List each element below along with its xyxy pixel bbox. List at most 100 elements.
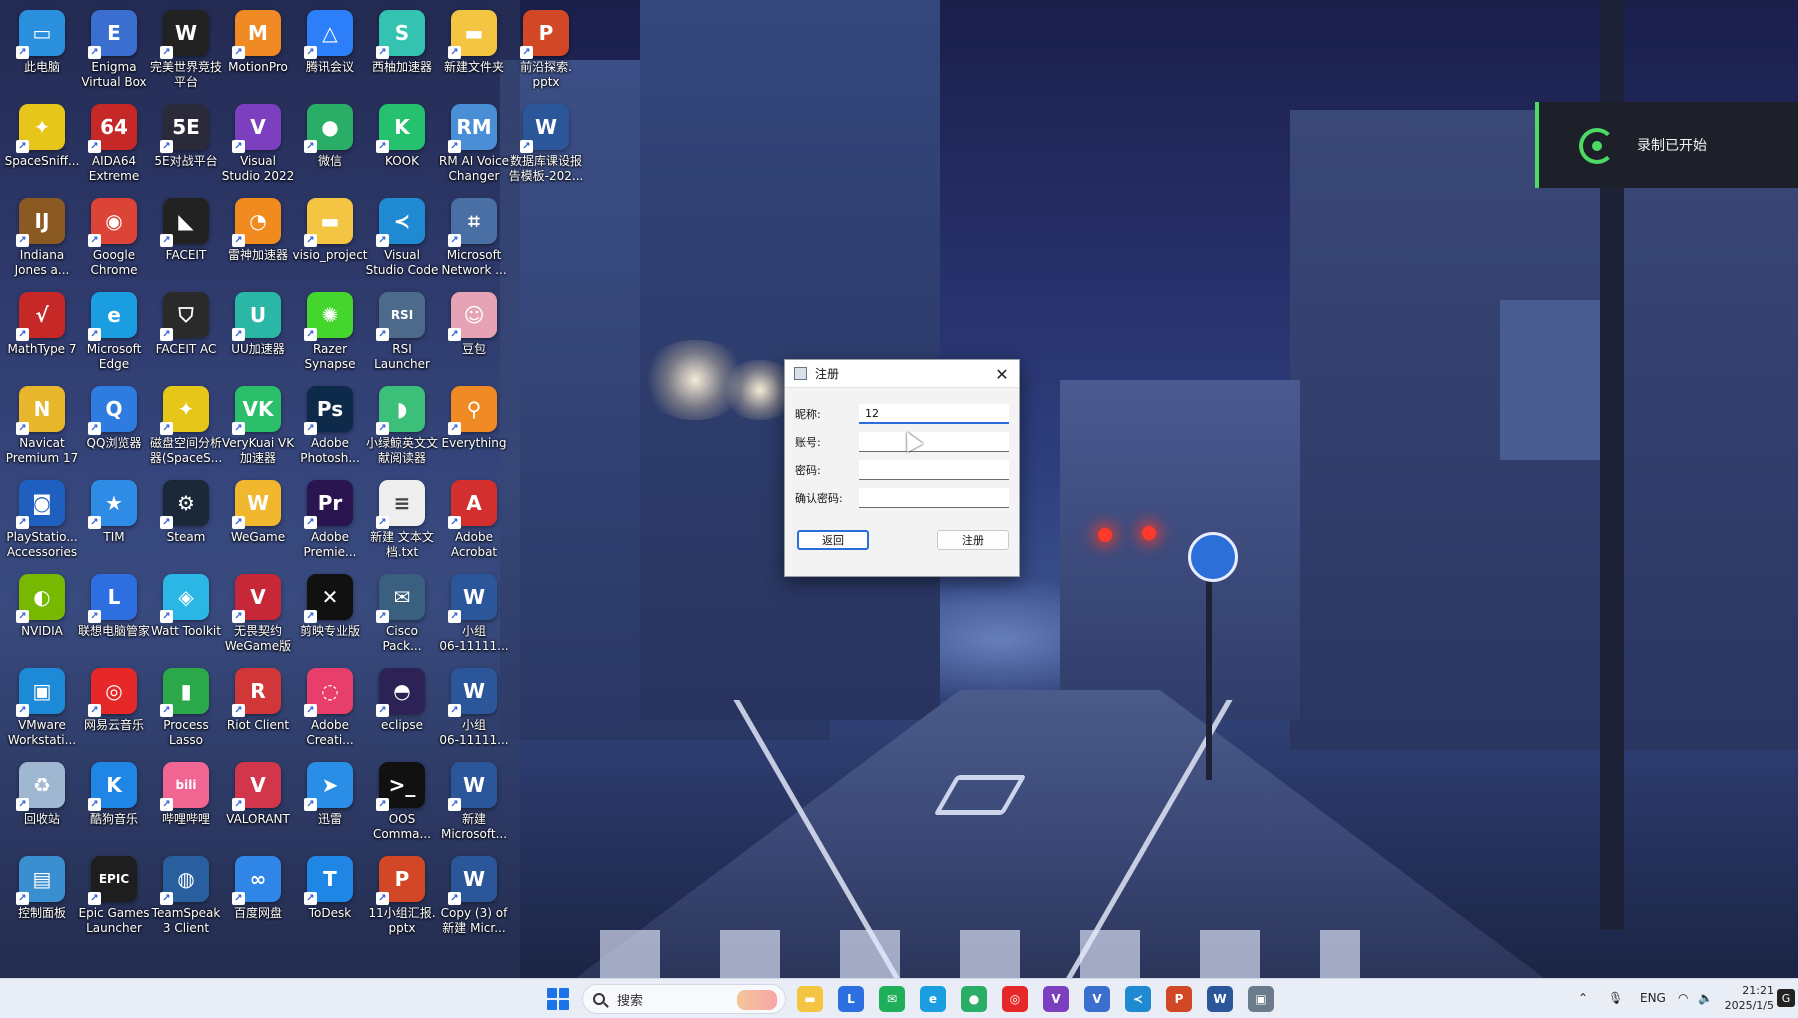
- desktop-icon[interactable]: L ↗ 联想电脑管家: [76, 574, 152, 666]
- desktop-icon[interactable]: ◗ ↗ 小绿鲸英文文 献阅读器: [364, 386, 440, 478]
- desktop-icon[interactable]: W ↗ WeGame: [220, 480, 296, 572]
- desktop-icon[interactable]: 5E ↗ 5E对战平台: [148, 104, 224, 196]
- desktop-icon[interactable]: M ↗ MotionPro: [220, 10, 296, 102]
- desktop-icon[interactable]: √ ↗ MathType 7: [4, 292, 80, 384]
- taskbar-clock[interactable]: 21:21 2025/1/5: [1725, 983, 1774, 1013]
- desktop-icon[interactable]: ◈ ↗ Watt Toolkit: [148, 574, 224, 666]
- netease-taskbar-icon[interactable]: ◎: [1002, 986, 1028, 1012]
- desktop-icon[interactable]: N ↗ Navicat Premium 17: [4, 386, 80, 478]
- desktop-icon[interactable]: ✺ ↗ Razer Synapse: [292, 292, 368, 384]
- nickname-input[interactable]: [859, 404, 1009, 424]
- desktop-icon[interactable]: ◙ ↗ PlayStatio... Accessories: [4, 480, 80, 572]
- dialog-titlebar[interactable]: 注册 ✕: [785, 360, 1019, 388]
- desktop-icon[interactable]: Q ↗ QQ浏览器: [76, 386, 152, 478]
- desktop-icon[interactable]: W ↗ 小组 06-11111...: [436, 668, 512, 760]
- desktop-icon[interactable]: VK ↗ VeryKuai VK 加速器: [220, 386, 296, 478]
- word-taskbar-icon[interactable]: W: [1207, 986, 1233, 1012]
- desktop-icon[interactable]: ☺ ↗ 豆包: [436, 292, 512, 384]
- desktop-icon[interactable]: RM ↗ RM AI Voice Changer: [436, 104, 512, 196]
- desktop-icon[interactable]: 64 ↗ AIDA64 Extreme: [76, 104, 152, 196]
- desktop-icon[interactable]: ▤ ↗ 控制面板: [4, 856, 80, 948]
- language-indicator[interactable]: ENG: [1640, 991, 1666, 1005]
- desktop-icon[interactable]: ◎ ↗ 网易云音乐: [76, 668, 152, 760]
- desktop-icon[interactable]: ≡ ↗ 新建 文本文 档.txt: [364, 480, 440, 572]
- green-app-icon[interactable]: ✉: [879, 986, 905, 1012]
- desktop-icon[interactable]: ✉ ↗ Cisco Pack...: [364, 574, 440, 666]
- vs-blue-taskbar-icon[interactable]: V: [1084, 986, 1110, 1012]
- desktop-icon[interactable]: P ↗ 11小组汇报. pptx: [364, 856, 440, 948]
- desktop-icon[interactable]: ⌗ ↗ Microsoft Network ...: [436, 198, 512, 290]
- confirm-password-input[interactable]: [859, 488, 1009, 508]
- desktop-icon[interactable]: ◍ ↗ TeamSpeak 3 Client: [148, 856, 224, 948]
- close-icon[interactable]: ✕: [991, 363, 1013, 385]
- desktop-icon[interactable]: ◐ ↗ NVIDIA: [4, 574, 80, 666]
- desktop-icon[interactable]: A ↗ Adobe Acrobat: [436, 480, 512, 572]
- desktop-icon[interactable]: R ↗ Riot Client: [220, 668, 296, 760]
- desktop-icon[interactable]: ➤ ↗ 迅雷: [292, 762, 368, 854]
- desktop-icon[interactable]: >_ ↗ OOS Comma...: [364, 762, 440, 854]
- powerpoint-taskbar-icon[interactable]: P: [1166, 986, 1192, 1012]
- desktop-icon[interactable]: P ↗ 前沿探索. pptx: [508, 10, 584, 102]
- desktop-icon[interactable]: V ↗ Visual Studio 2022: [220, 104, 296, 196]
- desktop-icon[interactable]: ● ↗ 微信: [292, 104, 368, 196]
- desktop-icon[interactable]: e ↗ Microsoft Edge: [76, 292, 152, 384]
- desktop-icon[interactable]: ≺ ↗ Visual Studio Code: [364, 198, 440, 290]
- edge-taskbar-icon[interactable]: e: [920, 986, 946, 1012]
- desktop-icon[interactable]: W ↗ Copy (3) of 新建 Micr...: [436, 856, 512, 948]
- password-input[interactable]: [859, 460, 1009, 480]
- speaker-icon[interactable]: 🔈: [1698, 991, 1713, 1005]
- desktop-icon[interactable]: ⚙ ↗ Steam: [148, 480, 224, 572]
- wechat-taskbar-icon[interactable]: ●: [961, 986, 987, 1012]
- desktop-icon[interactable]: ◌ ↗ Adobe Creati...: [292, 668, 368, 760]
- desktop-icon[interactable]: V ↗ VALORANT: [220, 762, 296, 854]
- start-button[interactable]: [547, 988, 569, 1010]
- desktop-icon[interactable]: bili ↗ 哔哩哔哩: [148, 762, 224, 854]
- notification-icon[interactable]: G: [1777, 989, 1795, 1007]
- desktop-icon[interactable]: △ ↗ 腾讯会议: [292, 10, 368, 102]
- microphone-icon[interactable]: 🎙: [1608, 991, 1623, 1005]
- visual-studio-taskbar-icon[interactable]: V: [1043, 986, 1069, 1012]
- desktop-icon[interactable]: ♻ ↗ 回收站: [4, 762, 80, 854]
- desktop-icon[interactable]: W ↗ 完美世界竞技 平台: [148, 10, 224, 102]
- desktop-icon[interactable]: ◉ ↗ Google Chrome: [76, 198, 152, 290]
- lenovo-taskbar-icon[interactable]: L: [838, 986, 864, 1012]
- desktop-icon[interactable]: ✕ ↗ 剪映专业版: [292, 574, 368, 666]
- desktop-icon[interactable]: W ↗ 新建 Microsoft...: [436, 762, 512, 854]
- desktop-icon[interactable]: ◣ ↗ FACEIT: [148, 198, 224, 290]
- desktop-icon[interactable]: ◓ ↗ eclipse: [364, 668, 440, 760]
- desktop-icon[interactable]: Pr ↗ Adobe Premie...: [292, 480, 368, 572]
- desktop-icon[interactable]: ⛉ ↗ FACEIT AC: [148, 292, 224, 384]
- window-app-taskbar-icon[interactable]: ▣: [1248, 986, 1274, 1012]
- desktop-icon[interactable]: IJ ↗ Indiana Jones a...: [4, 198, 80, 290]
- back-button[interactable]: 返回: [797, 530, 869, 550]
- desktop-icon[interactable]: K ↗ KOOK: [364, 104, 440, 196]
- vscode-taskbar-icon[interactable]: ≺: [1125, 986, 1151, 1012]
- desktop-icon[interactable]: E ↗ Enigma Virtual Box: [76, 10, 152, 102]
- desktop-icon[interactable]: ▭ ↗ 此电脑: [4, 10, 80, 102]
- desktop-icon[interactable]: ▮ ↗ Process Lasso: [148, 668, 224, 760]
- recording-started-toast[interactable]: 录制已开始: [1535, 102, 1798, 188]
- file-explorer-icon[interactable]: ▬: [797, 986, 823, 1012]
- register-button[interactable]: 注册: [937, 530, 1009, 550]
- desktop-icon[interactable]: W ↗ 小组 06-11111...: [436, 574, 512, 666]
- desktop-icon[interactable]: V ↗ 无畏契约 WeGame版: [220, 574, 296, 666]
- desktop-icon[interactable]: K ↗ 酷狗音乐: [76, 762, 152, 854]
- desktop-icon[interactable]: ▬ ↗ 新建文件夹: [436, 10, 512, 102]
- chevron-up-icon[interactable]: ⌃: [1578, 991, 1588, 1005]
- desktop-icon[interactable]: ★ ↗ TIM: [76, 480, 152, 572]
- desktop-icon[interactable]: ◔ ↗ 雷神加速器: [220, 198, 296, 290]
- account-input[interactable]: [859, 432, 1009, 452]
- wifi-icon[interactable]: ◠: [1678, 991, 1688, 1005]
- taskbar-search[interactable]: 搜索: [582, 984, 786, 1014]
- desktop-icon[interactable]: ▬ ↗ visio_project: [292, 198, 368, 290]
- desktop-icon[interactable]: ✦ ↗ SpaceSniff...: [4, 104, 80, 196]
- desktop-icon[interactable]: Ps ↗ Adobe Photosh...: [292, 386, 368, 478]
- desktop-icon[interactable]: ▣ ↗ VMware Workstati...: [4, 668, 80, 760]
- desktop-icon[interactable]: W ↗ 数据库课设报 告模板-202...: [508, 104, 584, 196]
- desktop-icon[interactable]: S ↗ 西柚加速器: [364, 10, 440, 102]
- desktop-icon[interactable]: ✦ ↗ 磁盘空间分析 器(SpaceS...: [148, 386, 224, 478]
- desktop-icon[interactable]: ⚲ ↗ Everything: [436, 386, 512, 478]
- desktop-icon[interactable]: RSI ↗ RSI Launcher: [364, 292, 440, 384]
- desktop-icon[interactable]: ∞ ↗ 百度网盘: [220, 856, 296, 948]
- desktop-icon[interactable]: EPIC ↗ Epic Games Launcher: [76, 856, 152, 948]
